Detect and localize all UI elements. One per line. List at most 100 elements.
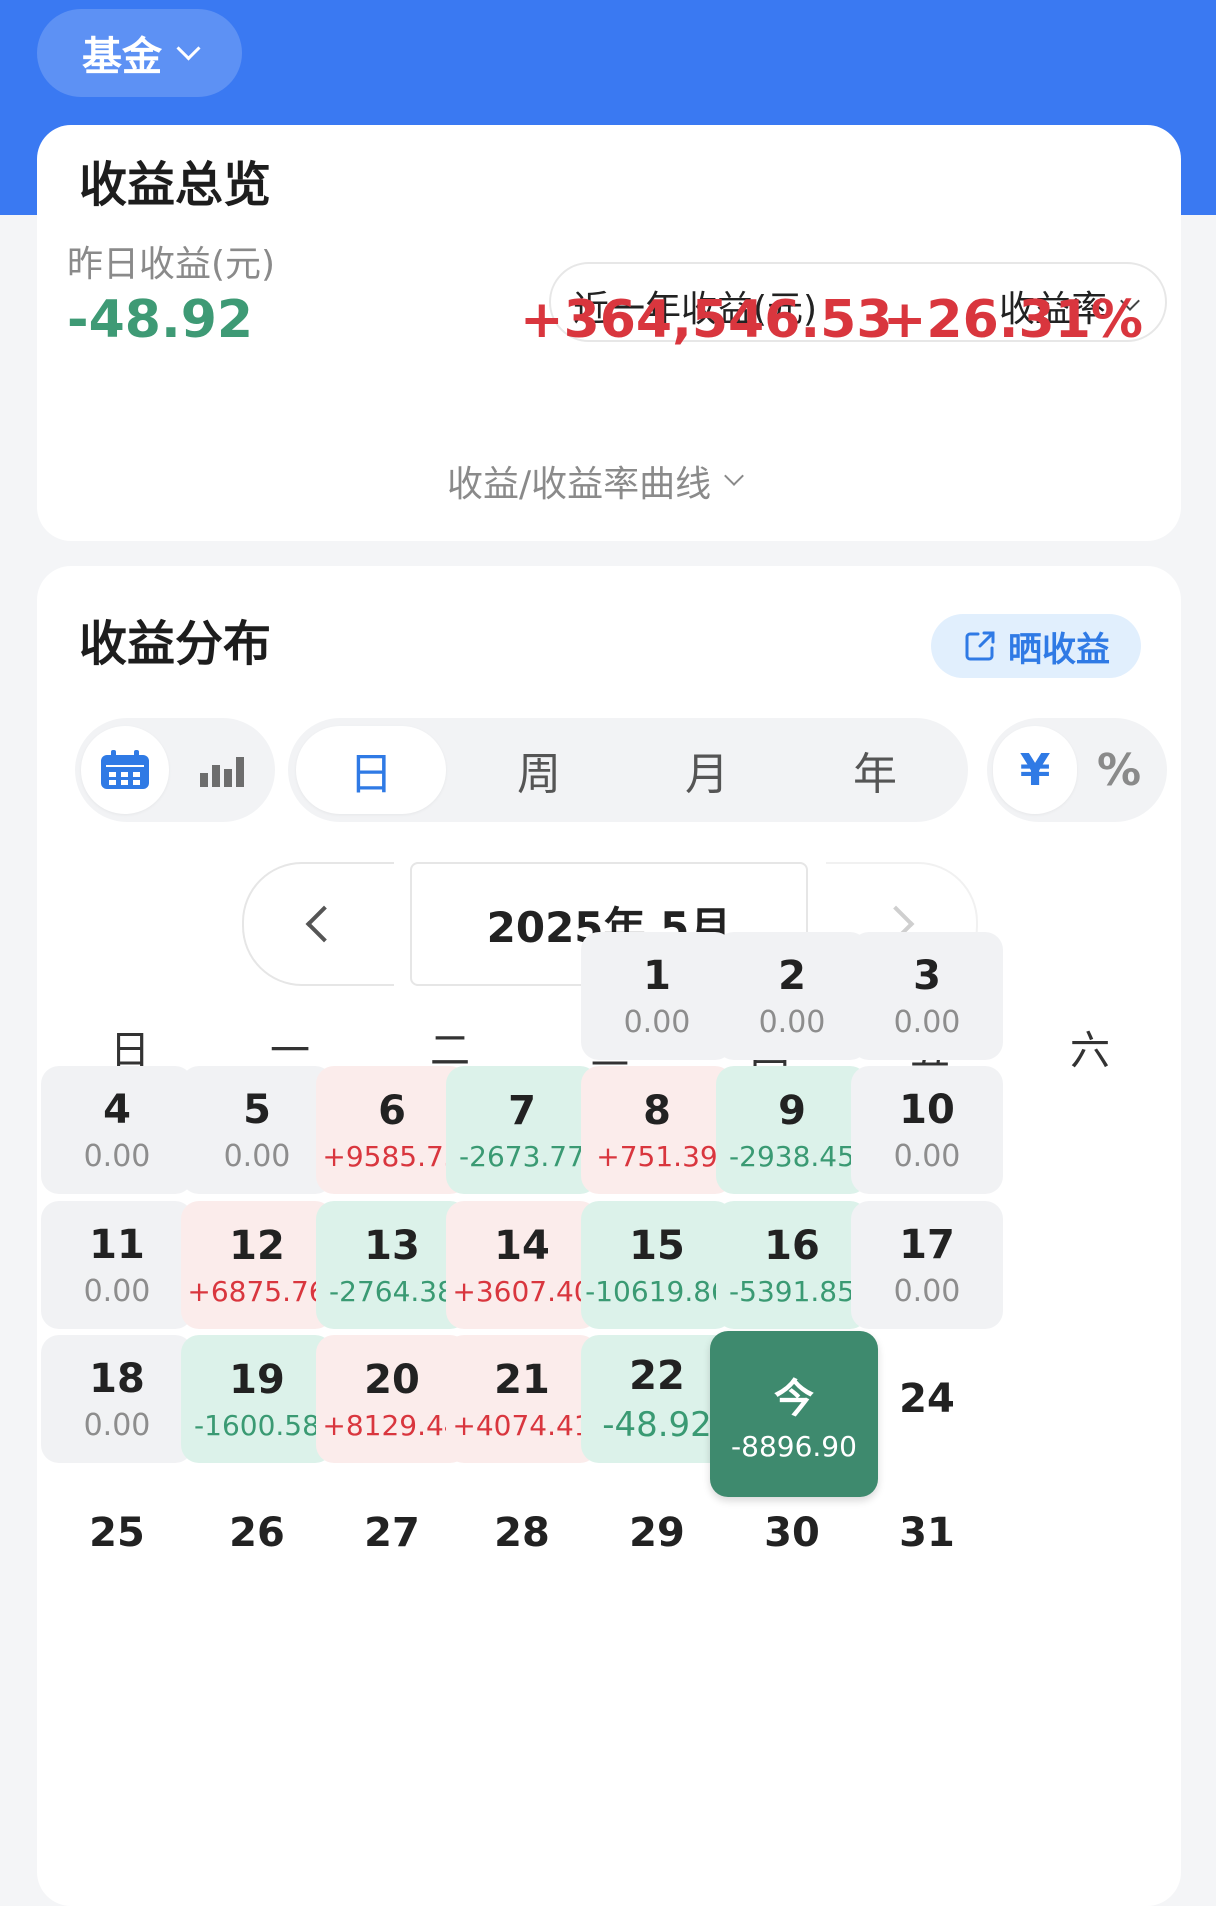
tab-year[interactable]: 年 [800,726,950,814]
day-earnings: 0.00 [893,1004,961,1040]
calendar-day[interactable]: 17 0.00 [851,1201,1003,1329]
day-number: 8 [643,1087,671,1134]
rate-value: +26.31% [882,290,1143,350]
calendar-day[interactable]: 19 -1600.58 [181,1335,333,1463]
share-icon [965,631,995,661]
day-number: 29 [629,1510,685,1556]
day-earnings: 0.00 [83,1273,151,1309]
calendar-day[interactable]: 3 0.00 [851,932,1003,1060]
calendar-day[interactable]: 11 0.00 [41,1201,193,1329]
calendar-day[interactable]: 25 [41,1469,193,1597]
day-number: 26 [229,1510,285,1556]
day-number: 24 [899,1376,955,1422]
calendar-day[interactable]: 24 [851,1335,1003,1463]
day-number: 12 [229,1222,285,1269]
calendar-day[interactable]: 21 +4074.41 [446,1335,598,1463]
day-earnings: -2764.38 [329,1274,455,1308]
day-number: 9 [778,1087,806,1134]
calendar-day[interactable]: 2 0.00 [716,932,868,1060]
calendar-view-button[interactable] [81,726,169,814]
calendar-day[interactable]: 12 +6875.76 [181,1201,333,1329]
day-earnings: +9585.75 [322,1139,462,1173]
day-earnings: -10619.86 [585,1274,729,1308]
day-number: 15 [629,1222,685,1269]
calendar-day[interactable]: 26 [181,1469,333,1597]
calendar-day[interactable]: 28 [446,1469,598,1597]
tab-day[interactable]: 日 [296,726,446,814]
tab-week[interactable]: 周 [464,726,614,814]
asset-type-label: 基金 [82,34,162,80]
day-earnings: +6875.76 [187,1274,327,1308]
day-earnings: 0.00 [758,1004,826,1040]
day-number: 6 [378,1087,406,1134]
day-number: 21 [494,1356,550,1403]
yesterday-label: 昨日收益(元) [67,244,276,285]
day-number: 2 [778,952,806,999]
weekday-sat: 六 [1070,1028,1110,1074]
calendar-icon [101,750,149,789]
day-earnings: +751.39 [596,1139,718,1173]
chevron-down-icon [724,466,745,486]
calendar-day[interactable]: 9 -2938.45 [716,1066,868,1194]
share-earnings-button[interactable]: 晒收益 [931,614,1141,678]
asset-type-dropdown[interactable]: 基金 [37,9,242,97]
bar-chart-icon [200,757,244,787]
view-toggle [75,718,275,822]
day-earnings: -8896.90 [731,1429,857,1463]
day-earnings: 0.00 [223,1138,291,1174]
calendar-day[interactable]: 10 0.00 [851,1066,1003,1194]
day-number: 4 [103,1086,131,1133]
day-number: 25 [89,1510,145,1556]
day-number: 22 [629,1353,685,1399]
calendar-day[interactable]: 18 0.00 [41,1335,193,1463]
day-earnings: +3607.40 [452,1274,592,1308]
calendar-day[interactable]: 7 -2673.77 [446,1066,598,1194]
chevron-left-icon [305,905,343,943]
chevron-down-icon [176,35,201,61]
day-number: 13 [364,1222,420,1269]
unit-toggle: ¥ % [987,718,1167,822]
period-tabs: 日 周 月 年 [288,718,968,822]
day-number: 5 [243,1086,271,1133]
day-number: 7 [508,1087,536,1134]
day-number: 14 [494,1222,550,1269]
day-number: 今 [774,1375,814,1422]
tab-month[interactable]: 月 [632,726,782,814]
day-earnings: 0.00 [893,1273,961,1309]
day-earnings: 0.00 [623,1004,691,1040]
unit-yuan-button[interactable]: ¥ [993,726,1077,814]
day-number: 27 [364,1510,420,1556]
bar-chart-view-button[interactable] [179,726,267,814]
calendar-day[interactable]: 15 -10619.86 [581,1201,733,1329]
day-earnings: 0.00 [83,1407,151,1443]
calendar-day[interactable]: 31 [851,1469,1003,1597]
day-earnings: -48.92 [602,1405,712,1445]
day-earnings: +4074.41 [452,1408,592,1442]
overview-title: 收益总览 [79,157,272,213]
day-earnings: -2673.77 [459,1139,585,1173]
day-number: 10 [899,1086,955,1133]
day-number: 31 [899,1510,955,1556]
year-earnings-value: +364,546.53 [520,290,893,350]
calendar-day[interactable]: 29 [581,1469,733,1597]
prev-month-button[interactable] [242,862,394,986]
calendar-day[interactable]: 1 0.00 [581,932,733,1060]
day-number: 19 [229,1356,285,1403]
calendar-day[interactable]: 8 +751.39 [581,1066,733,1194]
calendar-day[interactable]: 5 0.00 [181,1066,333,1194]
day-earnings: 0.00 [83,1138,151,1174]
calendar-day[interactable]: 16 -5391.85 [716,1201,868,1329]
day-number: 20 [364,1356,420,1403]
distribution-title: 收益分布 [79,616,272,672]
day-earnings: 0.00 [893,1138,961,1174]
calendar-day[interactable]: 4 0.00 [41,1066,193,1194]
overview-card: 收益总览 昨日收益(元) -48.92 近一年收益(元) 收益率 +364,54… [37,125,1181,541]
day-earnings: -2938.45 [729,1139,855,1173]
calendar-day[interactable]: 30 [716,1469,868,1597]
curve-toggle-label: 收益/收益率曲线 [447,464,712,505]
curve-toggle[interactable]: 收益/收益率曲线 [447,455,745,507]
day-number: 28 [494,1510,550,1556]
calendar-day[interactable]: 14 +3607.40 [446,1201,598,1329]
unit-percent-button[interactable]: % [1077,726,1161,814]
day-number: 17 [899,1221,955,1268]
